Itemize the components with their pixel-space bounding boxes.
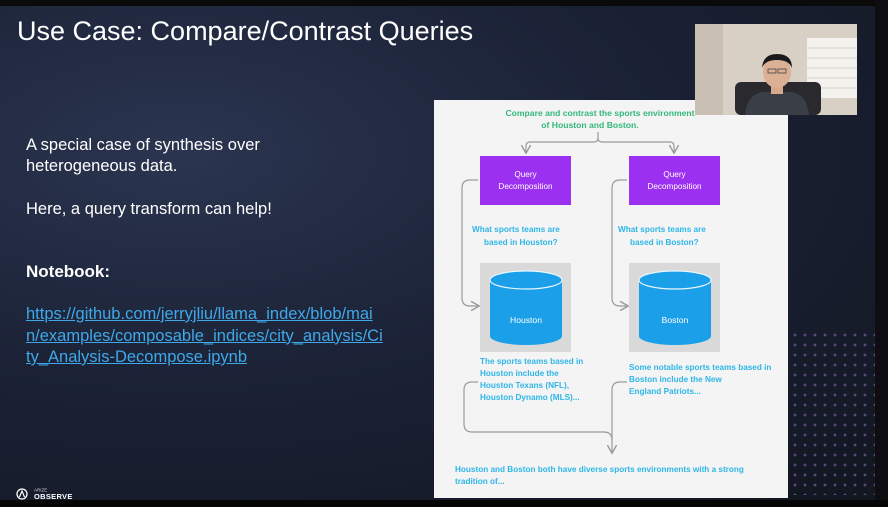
left-answer-line-1: The sports teams based in [480, 357, 583, 366]
right-query-decomposition-box: Query Decomposition [629, 156, 720, 205]
help-text: Here, a query transform can help! [26, 200, 272, 218]
intro-line-2: heterogeneous data. [26, 157, 178, 175]
left-db-label: Houston [510, 315, 542, 325]
arize-observe-logo: ARIZE OBSERVE [16, 486, 96, 500]
left-side-loop-connector [461, 179, 478, 306]
query-decomposition-diagram: Compare and contrast the sports environm… [434, 100, 788, 498]
webcam-video [695, 24, 857, 115]
right-database-panel: Boston [629, 263, 720, 352]
logo-mark: ARIZE OBSERVE [16, 488, 73, 500]
notebook-link[interactable]: https://github.com/jerryjliu/llama_index… [26, 304, 386, 369]
right-answer-line-1: Some notable sports teams based in [629, 363, 771, 372]
logo-text: OBSERVE [34, 492, 73, 500]
left-box-line-2: Decomposition [498, 182, 553, 191]
final-answer-line-2: tradition of... [455, 477, 505, 486]
top-bar [0, 0, 888, 6]
left-subquery-line-2: based in Houston? [484, 238, 558, 247]
webcam-scene [695, 24, 857, 115]
right-box-line-2: Decomposition [647, 182, 702, 191]
left-answer-line-4: Houston Dynamo (MLS)... [480, 393, 580, 402]
notebook-heading: Notebook: [26, 262, 111, 281]
left-box-line-1: Query [514, 170, 537, 179]
right-edge-bar [875, 0, 888, 507]
top-query-line-1: Compare and contrast the sports environm… [505, 108, 694, 118]
decorative-dot-pattern [790, 330, 875, 495]
left-answer-line-3: Houston Texans (NFL), [480, 381, 569, 390]
left-subquery-line-1: What sports teams are [472, 225, 560, 234]
slide-title: Use Case: Compare/Contrast Queries [17, 16, 474, 46]
right-subquery-line-2: based in Boston? [630, 238, 699, 247]
left-database-panel: Houston [480, 263, 571, 352]
top-split-connector [526, 132, 674, 152]
right-answer-line-3: England Patriots... [629, 387, 701, 396]
final-answer-line-1: Houston and Boston both have diverse spo… [455, 465, 744, 474]
left-answer-line-2: Houston include the [480, 369, 559, 378]
right-subquery-line-1: What sports teams are [618, 225, 706, 234]
right-db-label: Boston [662, 315, 689, 325]
bottom-bar [0, 500, 888, 507]
top-query-line-2: of Houston and Boston. [541, 120, 638, 130]
left-query-decomposition-box: Query Decomposition [480, 156, 571, 205]
right-box-line-1: Query [663, 170, 686, 179]
intro-line-1: A special case of synthesis over [26, 136, 260, 154]
right-answer-line-2: Boston include the New [629, 375, 722, 384]
diagram-svg: Compare and contrast the sports environm… [455, 108, 771, 486]
right-side-loop-connector [611, 179, 627, 306]
slide: Use Case: Compare/Contrast Queries A spe… [0, 0, 888, 507]
